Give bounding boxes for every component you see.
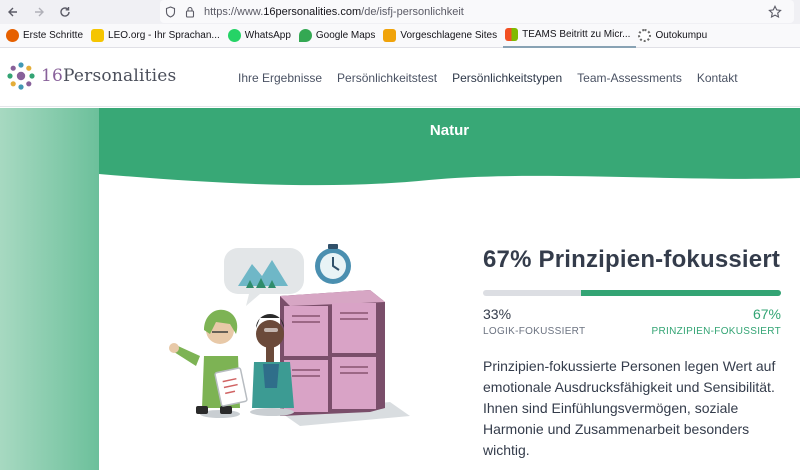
bookmark-whatsapp[interactable]: WhatsApp [226,24,297,48]
bing-icon [383,29,397,42]
back-button[interactable] [0,0,26,24]
arrow-left-icon [8,7,17,17]
forward-button[interactable] [26,0,52,24]
trait-title: 67% Prinzipien-fokussiert [483,246,781,273]
right-trait-label: PRINZIPIEN-FOKUSSIERT [651,326,781,337]
logo-number: 16 [41,66,64,86]
shield-icon[interactable] [160,0,180,23]
logo-word: Personalities [63,66,177,86]
nav-kontakt[interactable]: Kontakt [697,71,738,85]
principles-illustration [169,244,410,426]
arrow-right-icon [35,7,44,17]
microsoft-icon [505,28,519,41]
reload-button[interactable] [52,0,78,24]
nav-team-assessments[interactable]: Team-Assessments [577,71,682,85]
right-percent: 67% [752,306,781,322]
bookmark-vorgeschlagene-sites[interactable]: Vorgeschlagene Sites [381,24,503,48]
bookmark-erste-schritte[interactable]: Erste Schritte [4,24,89,48]
url-bar[interactable]: https://www.16personalities.com/de/isfj-… [160,0,794,23]
left-percent: 33% [483,306,512,322]
nav-persoenlichkeitstypen[interactable]: Persönlichkeitstypen [452,71,562,85]
left-trait-label: LOGIK-FOKUSSIERT [483,326,586,337]
trait-bar [483,290,781,296]
bookmark-outokumpu[interactable]: Outokumpu [636,24,713,48]
bookmark-star-button[interactable] [768,5,782,19]
reload-icon [60,7,70,17]
lock-icon[interactable] [180,0,200,23]
site-header: 16Personalities Ihre Ergebnisse Persönli… [0,49,800,107]
star-icon [768,5,782,19]
section-title: Natur [429,122,470,139]
bookmarks-bar: Erste Schritte LEO.org - Ihr Sprachan...… [0,24,800,48]
nav-persoenlichkeitstest[interactable]: Persönlichkeitstest [337,71,437,85]
nav-ihre-ergebnisse[interactable]: Ihre Ergebnisse [238,71,322,85]
trait-description: Prinzipien-fokussierte Personen legen We… [483,358,776,458]
bookmark-teams[interactable]: TEAMS Beitritt zu Micr... [503,24,637,48]
side-strip [0,108,99,470]
whatsapp-icon [227,29,241,42]
trait-bar-fill [581,290,781,296]
map-pin-icon [298,29,312,42]
firefox-icon [6,29,19,42]
section-header-band [99,108,800,186]
bookmark-leo[interactable]: LEO.org - Ihr Sprachan... [89,24,226,48]
url-text[interactable]: https://www.16personalities.com/de/isfj-… [204,6,464,18]
leo-icon [91,29,105,42]
logo-dots-icon [7,62,35,90]
site-logo[interactable]: 16Personalities [6,61,176,91]
browser-toolbar: https://www.16personalities.com/de/isfj-… [0,0,800,24]
main-nav: Ihre Ergebnisse Persönlichkeitstest Pers… [238,49,753,107]
clock-icon [315,244,351,284]
bookmark-google-maps[interactable]: Google Maps [297,24,381,48]
outokumpu-icon [638,29,652,42]
locker-cabinet [280,290,385,416]
